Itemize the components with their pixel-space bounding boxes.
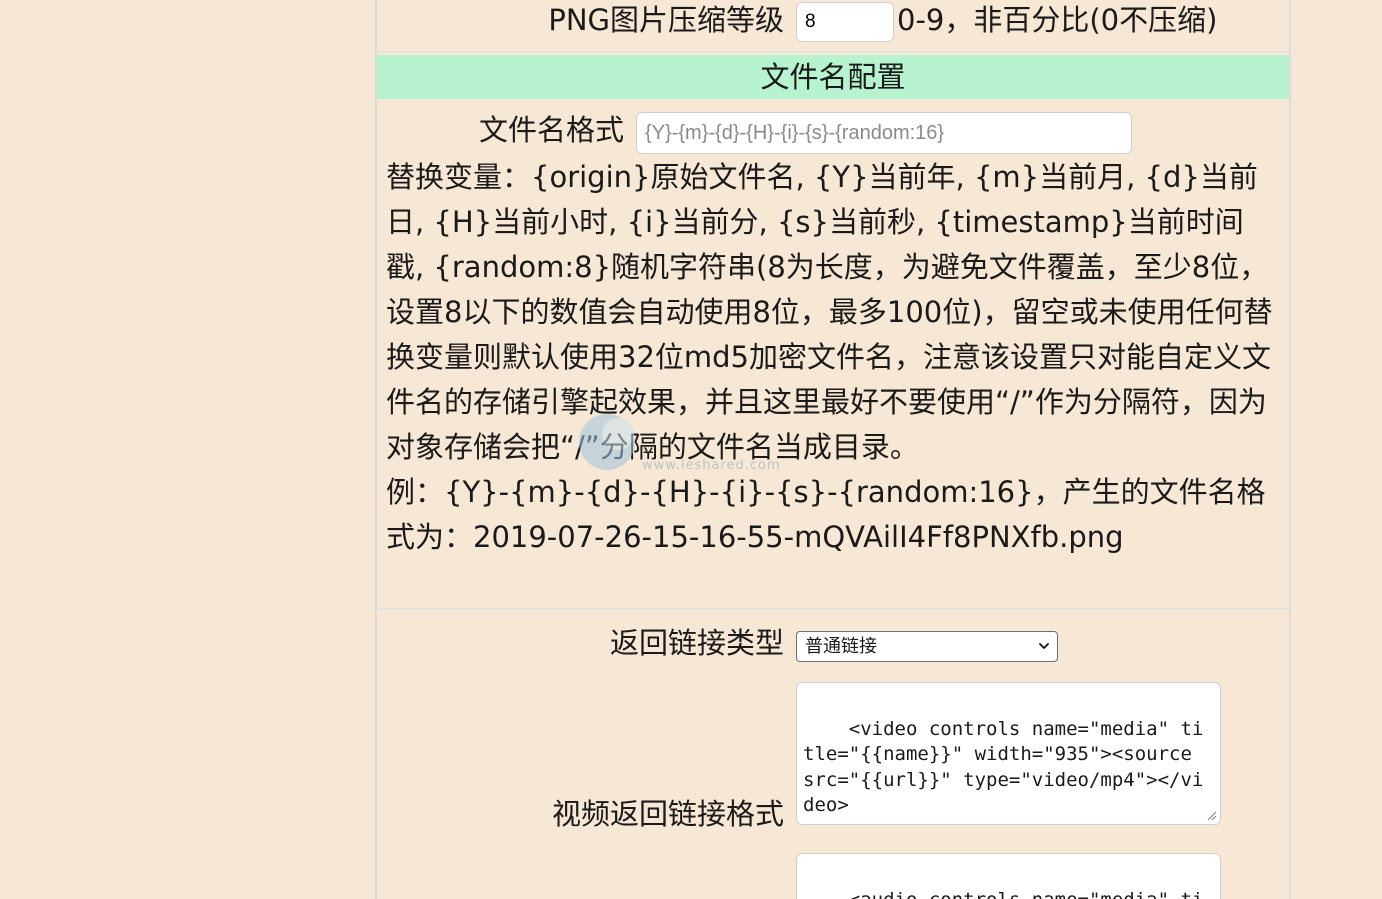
link-type-label: 返回链接类型 [609, 626, 784, 660]
filename-format-input[interactable] [636, 112, 1132, 154]
audio-link-format-textarea[interactable]: <audio controls name="media" title="{{na… [796, 853, 1221, 899]
filename-variables-description: 替换变量：{origin}原始文件名, {Y}当前年, {m}当前月, {d}当… [386, 160, 1273, 464]
video-link-format-label: 视频返回链接格式 [551, 797, 784, 831]
png-compression-label: PNG图片压缩等级 [548, 3, 784, 37]
chevron-down-icon [1039, 643, 1049, 649]
filename-format-label: 文件名格式 [478, 113, 624, 147]
video-link-format-value: <video controls name="media" title="{{na… [803, 717, 1204, 817]
link-type-selected-value: 普通链接 [805, 636, 877, 657]
settings-panel: PNG图片压缩等级 0-9，非百分比(0不压缩) 文件名配置 文件名格式 替换变… [375, 0, 1291, 899]
audio-link-format-value: <audio controls name="media" title="{{na… [803, 889, 1204, 899]
png-compression-input[interactable] [796, 2, 894, 42]
link-type-select[interactable]: 普通链接 [796, 631, 1058, 662]
png-compression-hint: 0-9，非百分比(0不压缩) [897, 3, 1218, 37]
divider [377, 51, 1289, 53]
video-link-format-textarea[interactable]: <video controls name="media" title="{{na… [796, 682, 1221, 825]
filename-example: 例：{Y}-{m}-{d}-{H}-{i}-{s}-{random:16}，产生… [386, 475, 1266, 554]
filename-section-title: 文件名配置 [377, 55, 1289, 99]
resize-handle-icon[interactable] [1205, 809, 1217, 821]
filename-help-text: 替换变量：{origin}原始文件名, {Y}当前年, {m}当前月, {d}当… [386, 155, 1281, 560]
divider [377, 608, 1289, 610]
